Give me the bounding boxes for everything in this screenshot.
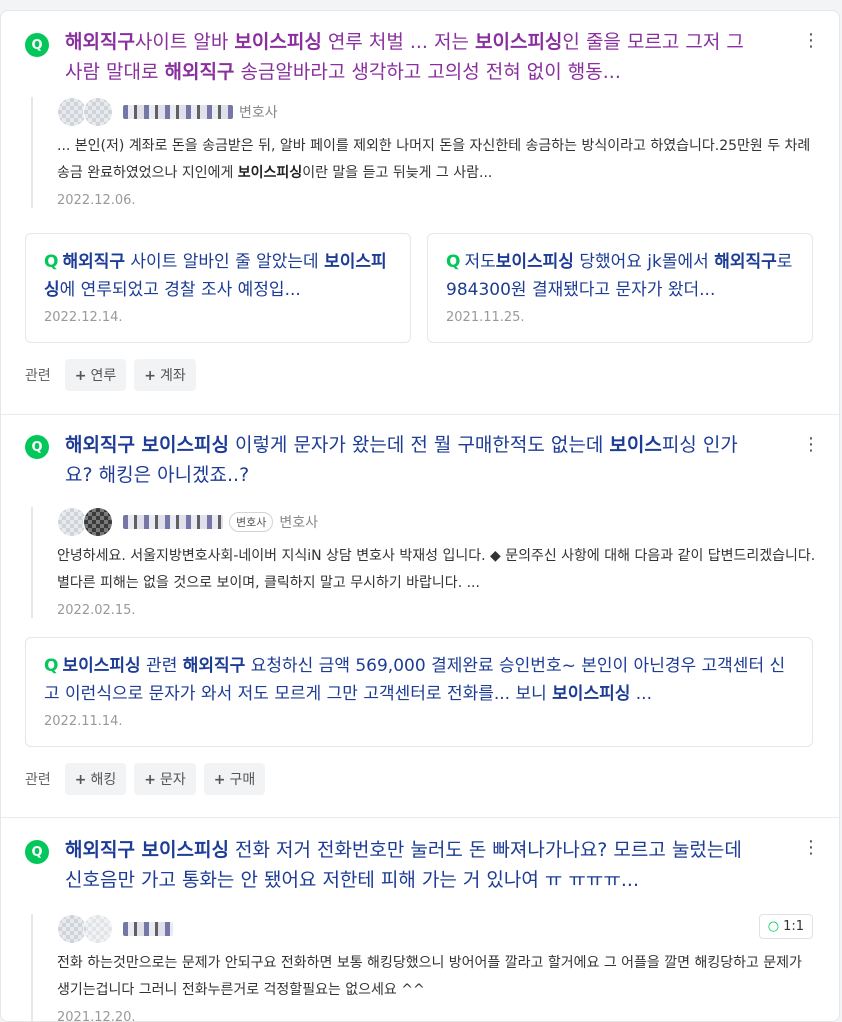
plus-icon: + bbox=[74, 368, 87, 384]
result-title-link[interactable]: 해외직구 보이스피싱 이렇게 문자가 왔는데 전 뭘 구매한적도 없는데 보이스… bbox=[65, 430, 765, 490]
answer-date: 2022.12.06. bbox=[57, 193, 136, 208]
related-question-date: 2021.11.25. bbox=[446, 310, 525, 325]
author-badge: 변호사 bbox=[229, 512, 274, 532]
related-chip[interactable]: + 문자 bbox=[134, 763, 196, 795]
related-question-title[interactable]: Q 해외직구 사이트 알바인 줄 알았는데 보이스피싱에 연루되었고 경찰 조사 … bbox=[44, 248, 392, 304]
avatar bbox=[83, 507, 113, 537]
answer-snippet[interactable]: ... 본인(저) 계좌로 돈을 송금받은 뒤, 알바 페이를 제외한 나머지 … bbox=[57, 133, 817, 187]
author-row: 변호사 bbox=[57, 97, 817, 127]
author-name-blurred bbox=[123, 515, 223, 529]
author-name-blurred bbox=[123, 105, 233, 119]
search-results-panel: Q 해외직구사이트 알바 보이스피싱 연루 처벌 ... 저는 보이스피싱인 줄… bbox=[0, 10, 840, 1022]
author-role: 변호사 bbox=[279, 515, 319, 531]
question-icon: Q bbox=[25, 33, 49, 57]
related-chip[interactable]: + 계좌 bbox=[134, 359, 196, 391]
result-card: Q 해외직구 보이스피싱 이렇게 문자가 왔는데 전 뭘 구매한적도 없는데 보… bbox=[1, 414, 839, 818]
answer-date: 2022.02.15. bbox=[57, 603, 136, 618]
author-role: 변호사 bbox=[239, 105, 278, 121]
author-name-blurred bbox=[123, 922, 173, 936]
related-question-card[interactable]: Q 보이스피싱 관련 해외직구 요청하신 금액 569,000 결제완료 승인번호… bbox=[25, 637, 813, 747]
result-title-link[interactable]: 해외직구사이트 알바 보이스피싱 연루 처벌 ... 저는 보이스피싱인 줄을 … bbox=[65, 27, 765, 87]
related-question-card[interactable]: Q 해외직구 사이트 알바인 줄 알았는데 보이스피싱에 연루되었고 경찰 조사 … bbox=[25, 233, 411, 343]
more-options-icon[interactable]: ⋮ bbox=[801, 31, 821, 51]
related-chip[interactable]: + 연루 bbox=[64, 359, 127, 391]
answer-block: 변호사 변호사 안녕하세요. 서울지방변호사회-네이버 지식iN 상담 변호사 … bbox=[31, 507, 817, 618]
related-label: 관련 bbox=[25, 368, 51, 384]
question-icon: Q bbox=[446, 252, 461, 272]
answer-block: 전화 하는것만으로는 문제가 안되구요 전화하면 보통 해킹당했으니 방어어플 … bbox=[31, 914, 817, 1022]
related-chip[interactable]: + 구매 bbox=[203, 763, 266, 795]
question-icon: Q bbox=[25, 435, 49, 459]
plus-icon: + bbox=[144, 368, 156, 384]
result-title-link[interactable]: 해외직구 보이스피싱 전화 저거 전화번호만 눌러도 돈 빠져나가나요? 모르고… bbox=[65, 835, 765, 895]
question-icon: Q bbox=[25, 840, 49, 864]
related-keywords: 관련 + 연루 + 계좌 bbox=[25, 359, 196, 391]
avatar bbox=[83, 97, 113, 127]
avatar bbox=[83, 914, 113, 944]
related-question-date: 2022.11.14. bbox=[44, 714, 123, 729]
question-icon: Q bbox=[44, 252, 59, 272]
result-card: Q 해외직구 보이스피싱 전화 저거 전화번호만 눌러도 돈 빠져나가나요? 모… bbox=[1, 817, 839, 1021]
question-icon: Q bbox=[44, 656, 59, 676]
plus-icon: + bbox=[74, 772, 87, 788]
related-question-card[interactable]: Q 저도보이스피싱 당했어요 jk몰에서 해외직구로 984300원 결재됐다고 … bbox=[427, 233, 813, 343]
answer-date: 2021.12.20. bbox=[57, 1010, 136, 1022]
answer-block: 변호사 ... 본인(저) 계좌로 돈을 송금받은 뒤, 알바 페이를 제외한 … bbox=[31, 97, 817, 208]
related-question-title[interactable]: Q 보이스피싱 관련 해외직구 요청하신 금액 569,000 결제완료 승인번호… bbox=[44, 652, 794, 708]
plus-icon: + bbox=[144, 772, 156, 788]
result-card: Q 해외직구사이트 알바 보이스피싱 연루 처벌 ... 저는 보이스피싱인 줄… bbox=[1, 11, 839, 414]
related-keywords: 관련 + 해킹 + 문자 + 구매 bbox=[25, 763, 266, 795]
related-label: 관련 bbox=[25, 772, 51, 788]
answer-snippet[interactable]: 전화 하는것만으로는 문제가 안되구요 전화하면 보통 해킹당했으니 방어어플 … bbox=[57, 950, 817, 1004]
author-row bbox=[57, 914, 817, 944]
related-chip[interactable]: + 해킹 bbox=[64, 763, 127, 795]
author-row: 변호사 변호사 bbox=[57, 507, 817, 537]
related-question-title[interactable]: Q 저도보이스피싱 당했어요 jk몰에서 해외직구로 984300원 결재됐다고 … bbox=[446, 248, 794, 304]
more-options-icon[interactable]: ⋮ bbox=[801, 838, 821, 858]
plus-icon: + bbox=[213, 772, 226, 788]
answer-snippet[interactable]: 안녕하세요. 서울지방변호사회-네이버 지식iN 상담 변호사 박재성 입니다.… bbox=[57, 543, 817, 597]
more-options-icon[interactable]: ⋮ bbox=[801, 435, 821, 455]
related-question-date: 2022.12.14. bbox=[44, 310, 123, 325]
